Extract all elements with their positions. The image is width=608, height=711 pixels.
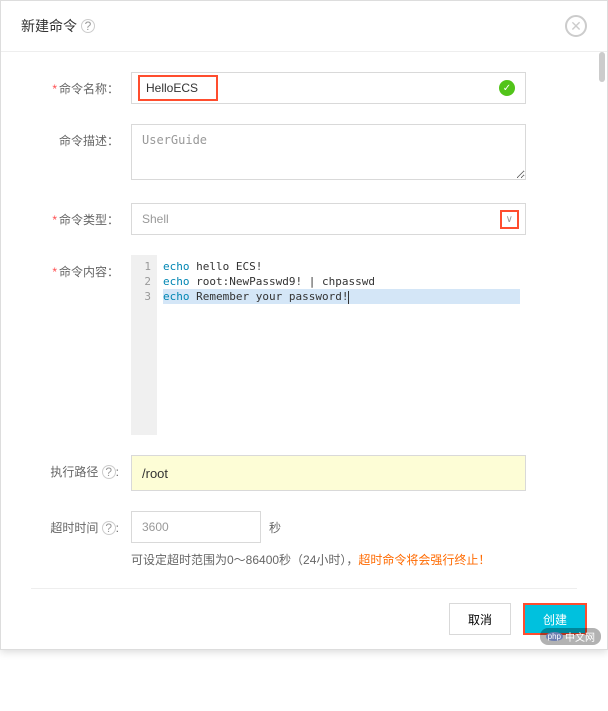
required-mark: * <box>52 82 57 96</box>
label-command-type: *命令类型： <box>31 203 131 228</box>
dialog-header: 新建命令 ? ✕ <box>1 1 607 52</box>
help-icon[interactable]: ? <box>102 465 116 479</box>
required-mark: * <box>52 265 57 279</box>
scrollbar[interactable] <box>599 52 605 82</box>
hint-warning: 超时命令将会强行终止！ <box>358 553 490 567</box>
dialog-title: 新建命令 ? <box>21 16 95 36</box>
timeout-input[interactable] <box>131 511 261 543</box>
line-numbers: 123 <box>131 255 157 435</box>
control-command-name: HelloECS ✓ <box>131 72 526 104</box>
watermark-text: 中文网 <box>565 629 595 644</box>
select-value: Shell <box>142 212 169 226</box>
control-command-content: 123 echo hello ECS! echo root:NewPasswd9… <box>131 255 526 435</box>
row-command-content: *命令内容： 123 echo hello ECS! echo root:New… <box>31 255 577 435</box>
exec-path-input[interactable] <box>131 455 526 491</box>
control-exec-path <box>131 455 526 491</box>
row-command-type: *命令类型： Shell ∨ <box>31 203 577 235</box>
code-content[interactable]: echo hello ECS! echo root:NewPasswd9! | … <box>157 255 526 435</box>
command-name-input[interactable]: HelloECS <box>138 75 218 101</box>
close-button[interactable]: ✕ <box>565 15 587 37</box>
code-editor[interactable]: 123 echo hello ECS! echo root:NewPasswd9… <box>131 255 526 435</box>
valid-check-icon: ✓ <box>499 80 515 96</box>
help-icon[interactable]: ? <box>81 19 95 33</box>
control-command-desc: UserGuide <box>131 124 526 183</box>
label-command-name: *命令名称： <box>31 72 131 97</box>
command-type-select[interactable]: Shell ∨ <box>131 203 526 235</box>
help-icon[interactable]: ? <box>102 521 116 535</box>
row-command-name: *命令名称： HelloECS ✓ <box>31 72 577 104</box>
control-command-type: Shell ∨ <box>131 203 526 235</box>
row-command-desc: 命令描述： UserGuide <box>31 124 577 183</box>
row-exec-path: 执行路径 ?: <box>31 455 577 491</box>
label-exec-path: 执行路径 ?: <box>31 455 131 480</box>
php-badge: php <box>546 632 563 641</box>
timeout-unit: 秒 <box>269 519 281 536</box>
timeout-hint: 可设定超时范围为0～86400秒（24小时），超时命令将会强行终止！ <box>131 551 526 568</box>
code-line-2: echo root:NewPasswd9! | chpasswd <box>163 274 520 289</box>
dialog-footer: 取消 创建 php 中文网 <box>1 589 607 649</box>
chevron-down-icon: ∨ <box>500 210 519 229</box>
code-line-1: echo hello ECS! <box>163 259 520 274</box>
timeout-wrapper: 秒 <box>131 511 526 543</box>
watermark: php 中文网 <box>540 628 601 645</box>
dialog-title-text: 新建命令 <box>21 16 77 36</box>
close-icon: ✕ <box>570 18 582 35</box>
label-timeout: 超时时间 ?: <box>31 511 131 536</box>
cancel-button[interactable]: 取消 <box>449 603 511 635</box>
required-mark: * <box>52 213 57 227</box>
control-timeout: 秒 可设定超时范围为0～86400秒（24小时），超时命令将会强行终止！ <box>131 511 526 568</box>
label-command-desc: 命令描述： <box>31 124 131 149</box>
row-timeout: 超时时间 ?: 秒 可设定超时范围为0～86400秒（24小时），超时命令将会强… <box>31 511 577 568</box>
code-line-3: echo Remember your password! <box>163 289 520 304</box>
label-command-content: *命令内容： <box>31 255 131 280</box>
create-command-dialog: 新建命令 ? ✕ *命令名称： HelloECS ✓ 命令描述： <box>0 0 608 650</box>
dialog-body: *命令名称： HelloECS ✓ 命令描述： UserGuide *命令类型： <box>1 52 607 589</box>
command-desc-textarea[interactable]: UserGuide <box>131 124 526 180</box>
name-input-wrapper: HelloECS ✓ <box>131 72 526 104</box>
